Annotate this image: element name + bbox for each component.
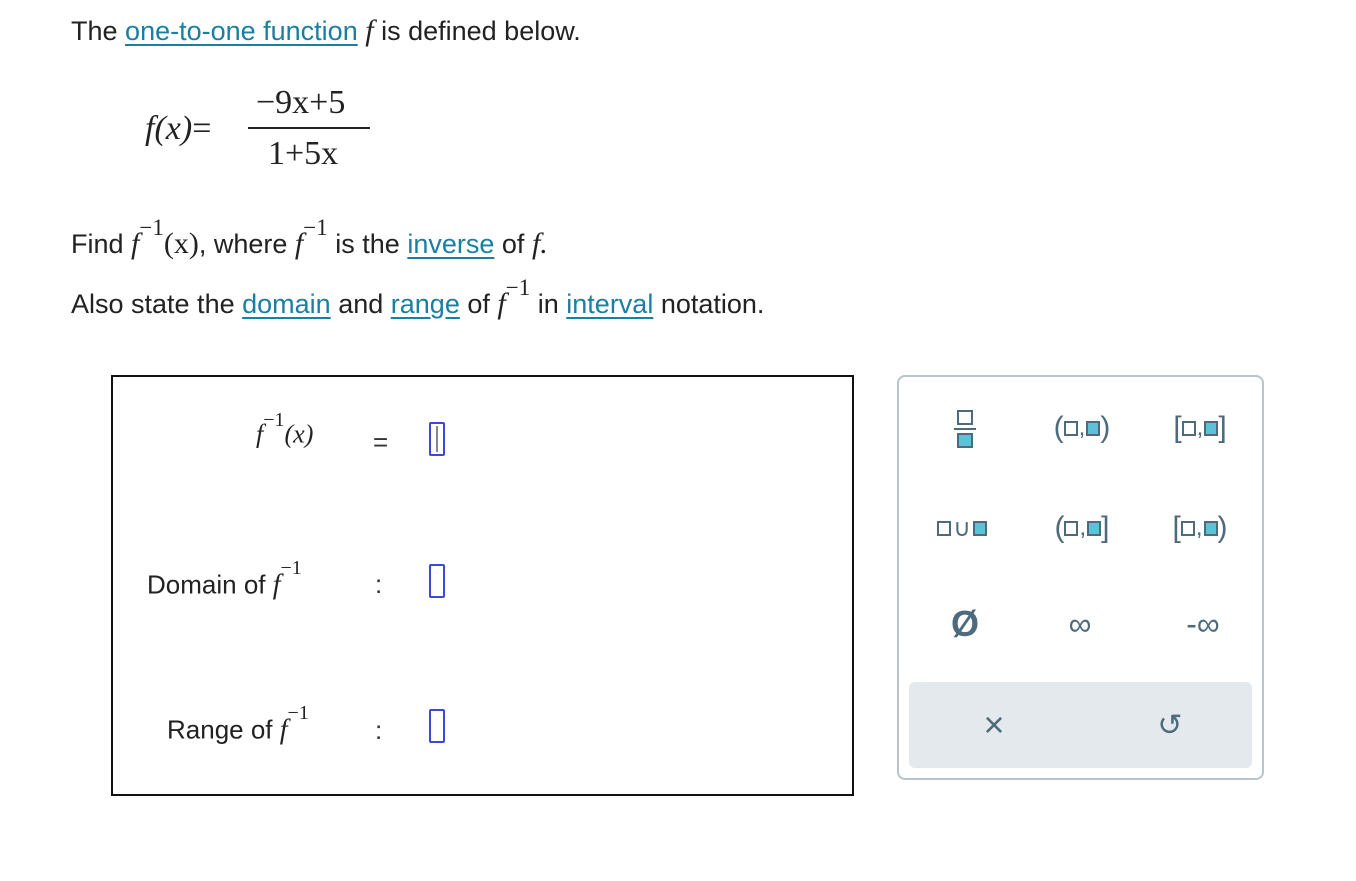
domain-link[interactable]: domain (242, 289, 331, 319)
domain-label: Domain of f−1 (147, 557, 302, 602)
close-bracket: ] (1218, 411, 1227, 444)
range-inv-exp: −1 (287, 702, 309, 724)
intro-f: f (365, 14, 374, 47)
empty-set-icon: Ø (950, 603, 979, 644)
comma: , (1079, 514, 1087, 541)
also-inv-exp: −1 (505, 275, 531, 300)
one-to-one-function-link[interactable]: one-to-one function (125, 16, 358, 46)
undo-button[interactable]: ↺ (1135, 700, 1205, 750)
infinity-icon: ∞ (1068, 605, 1092, 642)
answer-box: f−1(x) = Domain of f−1 : Range of f−1 : (111, 375, 854, 796)
close-paren: ) (1100, 411, 1111, 444)
union-left-box (937, 520, 952, 536)
closed-closed-interval-button[interactable]: [,] (1157, 403, 1243, 453)
open-paren: ( (1053, 411, 1064, 444)
interval-link[interactable]: interval (566, 289, 653, 319)
is-the-text: is the (335, 229, 400, 259)
comma: , (1195, 514, 1203, 541)
fraction-bar (248, 127, 370, 129)
also-prefix: Also state the (71, 289, 235, 319)
formula-lhs: f(x)= (145, 110, 211, 148)
palette-action-bar: × ↺ (909, 682, 1252, 768)
domain-label-text: Domain of (147, 569, 266, 600)
intro-prefix: The (71, 16, 118, 46)
open-paren: ( (1054, 511, 1065, 544)
infinity-button[interactable]: ∞ (1045, 599, 1115, 649)
find-x-arg: (x) (163, 227, 199, 260)
negative-infinity-icon: -∞ (1186, 605, 1220, 642)
of-f-period: f. (531, 227, 548, 260)
union-button[interactable]: ∪ (925, 503, 999, 553)
answer-x-arg: (x) (284, 419, 314, 449)
inverse-answer-input[interactable] (429, 422, 445, 456)
intro-line: The one-to-one function f is defined bel… (71, 14, 581, 48)
open-bracket: [ (1172, 511, 1181, 544)
clear-icon: × (983, 704, 1005, 745)
find-where: , where (198, 229, 288, 259)
text-cursor (436, 426, 438, 452)
comma: , (1196, 414, 1204, 441)
union-icon: ∪ (953, 514, 971, 542)
range-colon: : (375, 715, 383, 745)
fraction-button[interactable] (935, 399, 995, 459)
domain-colon: : (375, 569, 383, 599)
union-right-box (972, 520, 987, 536)
range-f: f (279, 714, 288, 746)
where-f: f (294, 227, 304, 260)
find-line: Find f−1(x), where f−1 is the inverse of… (71, 215, 548, 261)
find-inv-exp: −1 (139, 215, 164, 240)
fraction-icon (954, 410, 976, 448)
of-f-text: of (501, 229, 525, 259)
formula-numerator: −9x+5 (256, 84, 346, 121)
open-open-interval-button[interactable]: (,) (1035, 403, 1129, 453)
domain-f: f (272, 569, 281, 601)
where-inv-exp: −1 (303, 215, 328, 240)
range-link[interactable]: range (391, 289, 460, 319)
clear-button[interactable]: × (959, 700, 1029, 750)
close-bracket: ] (1101, 511, 1110, 544)
also-line: Also state the domain and range of f−1 i… (71, 275, 765, 321)
domain-answer-input[interactable] (429, 564, 445, 598)
closed-open-interval-button[interactable]: [,) (1157, 503, 1243, 553)
comma: , (1078, 414, 1086, 441)
also-f: f (497, 287, 506, 320)
in-text: in (537, 289, 559, 319)
and-text: and (338, 289, 384, 319)
range-answer-input[interactable] (429, 709, 445, 743)
find-prefix: Find (71, 229, 124, 259)
inverse-function-label: f−1(x) (256, 409, 314, 449)
domain-inv-exp: −1 (280, 557, 302, 579)
formula-lhs-text: f(x) (145, 110, 193, 147)
formula-equals: = (192, 110, 212, 147)
negative-infinity-button[interactable]: -∞ (1161, 599, 1245, 649)
inverse-equals: = (373, 427, 389, 457)
notation-text: notation. (660, 289, 765, 319)
answer-inv-exp: −1 (263, 409, 285, 431)
close-paren: ) (1217, 511, 1228, 544)
range-label-text: Range of (167, 714, 273, 745)
formula-denominator: 1+5x (268, 135, 339, 172)
open-bracket: [ (1173, 411, 1182, 444)
of-text: of (467, 289, 490, 319)
undo-icon: ↺ (1157, 708, 1183, 742)
open-closed-interval-button[interactable]: (,] (1035, 503, 1129, 553)
math-palette: (,) [,] ∪ (,] [,) Ø ∞ -∞ × ↺ (897, 375, 1264, 780)
intro-suffix: is defined below. (381, 16, 581, 46)
range-label: Range of f−1 (167, 702, 309, 747)
empty-set-button[interactable]: Ø (935, 599, 995, 649)
inverse-link[interactable]: inverse (407, 229, 494, 259)
